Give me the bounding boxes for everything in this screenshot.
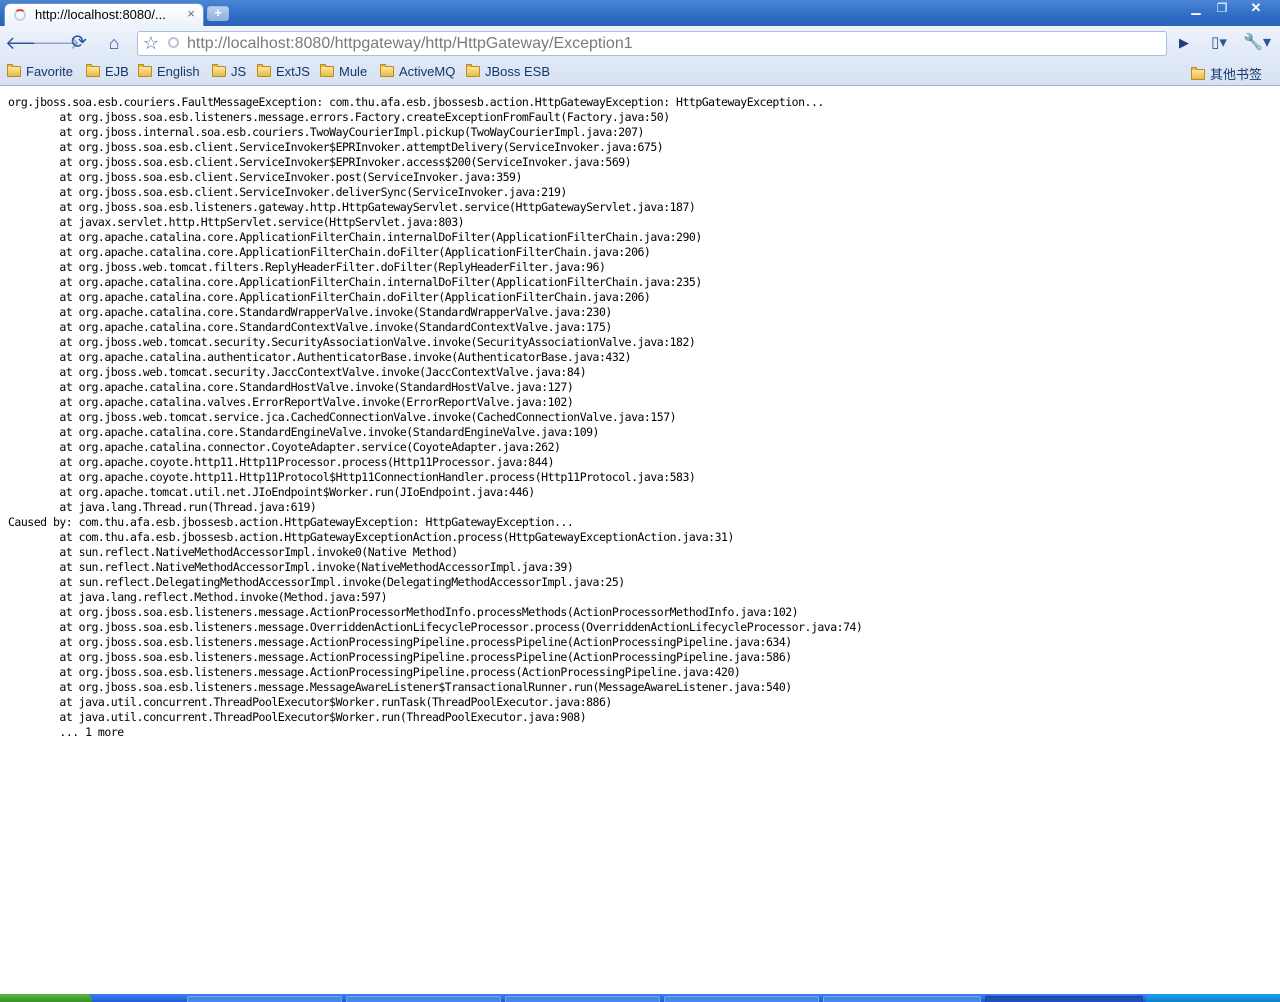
tab-close-icon[interactable]: × <box>187 6 195 21</box>
folder-icon <box>138 64 152 77</box>
bookmark-folder-english[interactable]: English <box>138 64 200 82</box>
bookmark-folder-js[interactable]: JS <box>212 64 246 82</box>
folder-icon <box>1191 67 1205 80</box>
reload-icon[interactable]: ⟳ <box>67 31 91 55</box>
home-icon[interactable]: ⌂ <box>102 31 126 55</box>
bookmark-label: JBoss ESB <box>485 64 551 79</box>
folder-icon <box>7 64 21 77</box>
bookmark-label: EJB <box>105 64 129 79</box>
bookmark-label: Favorite <box>26 64 73 79</box>
forward-arrow-icon[interactable]: 🡒 <box>32 31 80 55</box>
folder-icon <box>466 64 480 77</box>
folder-icon <box>320 64 334 77</box>
folder-icon <box>86 64 100 77</box>
wrench-icon[interactable]: 🔧▾ <box>1241 31 1273 55</box>
navigation-toolbar: 🡐 🡒 ⟳ ⌂ ☆ http://localhost:8080/httpgate… <box>0 26 1280 60</box>
bookmark-folder-extjs[interactable]: ExtJS <box>257 64 310 82</box>
taskbar-item[interactable] <box>505 996 660 1002</box>
bookmark-label: English <box>157 64 200 79</box>
page-menu-icon[interactable]: ▯▾ <box>1204 31 1234 55</box>
new-tab-button[interactable]: + <box>207 6 229 21</box>
address-bar[interactable]: ☆ http://localhost:8080/httpgateway/http… <box>137 31 1167 56</box>
maximize-button[interactable]: ❐ <box>1209 0 1235 17</box>
bookmark-folder-jboss-esb[interactable]: JBoss ESB <box>466 64 550 82</box>
taskbar-item[interactable] <box>664 996 819 1002</box>
other-bookmarks-folder[interactable]: 其他书签 <box>1191 64 1262 82</box>
tab-title: http://localhost:8080/... <box>35 7 166 22</box>
folder-icon <box>257 64 271 77</box>
url-text[interactable]: http://localhost:8080/httpgateway/http/H… <box>187 35 633 53</box>
bookmarks-bar: Favorite EJB English JS ExtJS Mule Activ… <box>0 60 1280 86</box>
tab-active[interactable]: http://localhost:8080/... × <box>4 3 204 26</box>
start-button[interactable] <box>0 994 92 1002</box>
bookmark-folder-ejb[interactable]: EJB <box>86 64 129 82</box>
bookmark-label: JS <box>231 64 247 79</box>
taskbar-item[interactable] <box>823 996 981 1002</box>
minimize-button[interactable]: ▁ <box>1183 0 1209 17</box>
bookmark-label: Mule <box>339 64 368 79</box>
bookmark-folder-favorite[interactable]: Favorite <box>7 64 73 82</box>
taskbar-item[interactable] <box>346 996 501 1002</box>
loading-spinner-icon <box>14 9 26 21</box>
play-icon[interactable]: ▶ <box>1172 31 1196 55</box>
taskbar-item-active[interactable] <box>985 996 1143 1002</box>
taskbar-item[interactable] <box>187 996 342 1002</box>
bookmark-label: 其他书签 <box>1210 67 1263 82</box>
page-content: org.jboss.soa.esb.couriers.FaultMessageE… <box>0 86 1280 994</box>
bookmark-label: ActiveMQ <box>399 64 456 79</box>
globe-icon <box>168 37 179 48</box>
bookmark-label: ExtJS <box>276 64 310 79</box>
system-tray <box>1146 994 1280 1002</box>
star-icon[interactable]: ☆ <box>141 33 161 53</box>
bookmark-folder-mule[interactable]: Mule <box>320 64 367 82</box>
folder-icon <box>212 64 226 77</box>
stack-trace: org.jboss.soa.esb.couriers.FaultMessageE… <box>8 95 863 739</box>
back-arrow-icon[interactable]: 🡐 <box>5 31 53 55</box>
title-bar: http://localhost:8080/... × + ▁ ❐ ✕ <box>0 0 1280 26</box>
close-window-button[interactable]: ✕ <box>1237 0 1275 17</box>
folder-icon <box>380 64 394 77</box>
bookmark-folder-activemq[interactable]: ActiveMQ <box>380 64 455 82</box>
os-taskbar <box>0 994 1280 1002</box>
